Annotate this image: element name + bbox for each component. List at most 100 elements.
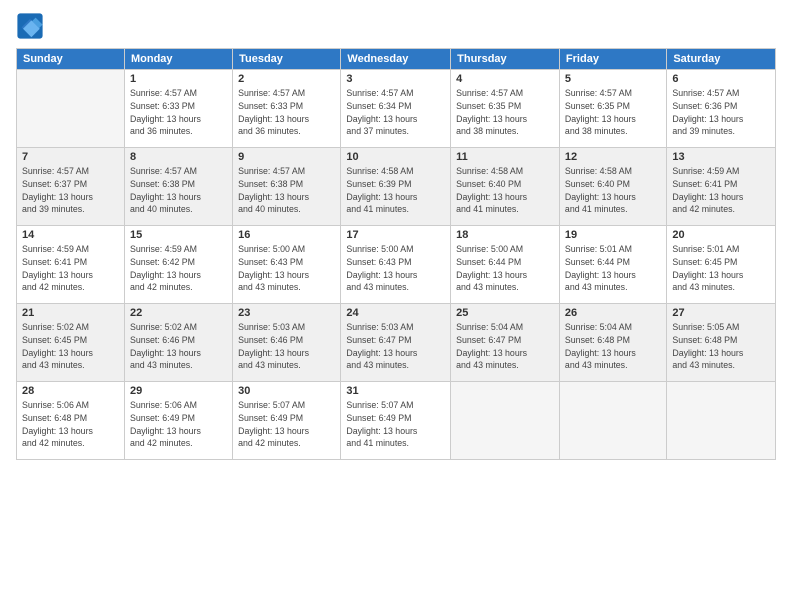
day-number: 9 (238, 151, 335, 163)
day-info: Sunrise: 5:01 AMSunset: 6:45 PMDaylight:… (672, 243, 770, 294)
calendar-cell: 11Sunrise: 4:58 AMSunset: 6:40 PMDayligh… (451, 148, 560, 226)
calendar-cell: 22 Sunrise: 5:02 AMSunset: 6:46 PMDayligh… (124, 304, 232, 382)
logo-icon (16, 12, 44, 40)
weekday-header: Tuesday (233, 49, 341, 70)
calendar-cell: 8 Sunrise: 4:57 AMSunset: 6:38 PMDaylight… (124, 148, 232, 226)
day-info: Sunrise: 5:07 AMSunset: 6:49 PMDaylight:… (238, 399, 335, 450)
calendar-cell: 12Sunrise: 4:58 AMSunset: 6:40 PMDayligh… (559, 148, 666, 226)
day-info: Sunrise: 4:58 AMSunset: 6:39 PMDaylight:… (346, 165, 445, 216)
day-info: Sunrise: 5:00 AMSunset: 6:43 PMDaylight:… (346, 243, 445, 294)
calendar-cell: 27 Sunrise: 5:05 AMSunset: 6:48 PMDayligh… (667, 304, 776, 382)
calendar-week-row: 28 Sunrise: 5:06 AMSunset: 6:48 PMDayligh… (17, 382, 776, 460)
weekday-header: Monday (124, 49, 232, 70)
day-info: Sunrise: 5:03 AMSunset: 6:46 PMDaylight:… (238, 321, 335, 372)
day-info: Sunrise: 4:57 AMSunset: 6:33 PMDaylight:… (238, 87, 335, 138)
day-info: Sunrise: 5:04 AMSunset: 6:48 PMDaylight:… (565, 321, 661, 372)
logo (16, 12, 48, 40)
calendar-week-row: 7Sunrise: 4:57 AMSunset: 6:37 PMDaylight… (17, 148, 776, 226)
calendar-cell: 10 Sunrise: 4:58 AMSunset: 6:39 PMDayligh… (341, 148, 451, 226)
calendar-cell: 24Sunrise: 5:03 AMSunset: 6:47 PMDayligh… (341, 304, 451, 382)
day-info: Sunrise: 4:59 AMSunset: 6:42 PMDaylight:… (130, 243, 227, 294)
day-number: 28 (22, 385, 119, 397)
calendar-cell: 21 Sunrise: 5:02 AMSunset: 6:45 PMDayligh… (17, 304, 125, 382)
calendar-cell: 25 Sunrise: 5:04 AMSunset: 6:47 PMDayligh… (451, 304, 560, 382)
weekday-header: Thursday (451, 49, 560, 70)
day-number: 24 (346, 307, 445, 319)
day-number: 15 (130, 229, 227, 241)
day-number: 17 (346, 229, 445, 241)
day-number: 4 (456, 73, 554, 85)
day-info: Sunrise: 5:02 AMSunset: 6:46 PMDaylight:… (130, 321, 227, 372)
day-info: Sunrise: 4:59 AMSunset: 6:41 PMDaylight:… (22, 243, 119, 294)
day-info: Sunrise: 5:00 AMSunset: 6:43 PMDaylight:… (238, 243, 335, 294)
weekday-header: Sunday (17, 49, 125, 70)
calendar-cell: 1Sunrise: 4:57 AMSunset: 6:33 PMDaylight… (124, 70, 232, 148)
calendar-cell: 4 Sunrise: 4:57 AMSunset: 6:35 PMDaylight… (451, 70, 560, 148)
day-info: Sunrise: 4:59 AMSunset: 6:41 PMDaylight:… (672, 165, 770, 216)
calendar-cell: 23Sunrise: 5:03 AMSunset: 6:46 PMDayligh… (233, 304, 341, 382)
day-number: 11 (456, 151, 554, 163)
day-number: 27 (672, 307, 770, 319)
day-info: Sunrise: 4:57 AMSunset: 6:36 PMDaylight:… (672, 87, 770, 138)
calendar-cell: 20Sunrise: 5:01 AMSunset: 6:45 PMDayligh… (667, 226, 776, 304)
day-number: 19 (565, 229, 661, 241)
day-number: 18 (456, 229, 554, 241)
calendar-cell: 28 Sunrise: 5:06 AMSunset: 6:48 PMDayligh… (17, 382, 125, 460)
day-number: 13 (672, 151, 770, 163)
day-number: 16 (238, 229, 335, 241)
calendar-header: SundayMondayTuesdayWednesdayThursdayFrid… (17, 49, 776, 70)
calendar-cell (17, 70, 125, 148)
calendar-cell: 9 Sunrise: 4:57 AMSunset: 6:38 PMDaylight… (233, 148, 341, 226)
calendar-week-row: 1Sunrise: 4:57 AMSunset: 6:33 PMDaylight… (17, 70, 776, 148)
day-info: Sunrise: 5:06 AMSunset: 6:49 PMDaylight:… (130, 399, 227, 450)
day-number: 22 (130, 307, 227, 319)
day-info: Sunrise: 4:57 AMSunset: 6:35 PMDaylight:… (565, 87, 661, 138)
day-number: 21 (22, 307, 119, 319)
calendar-cell: 7Sunrise: 4:57 AMSunset: 6:37 PMDaylight… (17, 148, 125, 226)
calendar-cell: 17 Sunrise: 5:00 AMSunset: 6:43 PMDayligh… (341, 226, 451, 304)
day-info: Sunrise: 5:04 AMSunset: 6:47 PMDaylight:… (456, 321, 554, 372)
calendar-cell (667, 382, 776, 460)
page-header (16, 12, 776, 40)
weekday-header: Saturday (667, 49, 776, 70)
day-number: 8 (130, 151, 227, 163)
calendar-cell (559, 382, 666, 460)
day-info: Sunrise: 4:57 AMSunset: 6:38 PMDaylight:… (130, 165, 227, 216)
calendar-cell (451, 382, 560, 460)
calendar-cell: 6Sunrise: 4:57 AMSunset: 6:36 PMDaylight… (667, 70, 776, 148)
day-number: 10 (346, 151, 445, 163)
calendar-week-row: 14Sunrise: 4:59 AMSunset: 6:41 PMDayligh… (17, 226, 776, 304)
day-info: Sunrise: 5:06 AMSunset: 6:48 PMDaylight:… (22, 399, 119, 450)
calendar-week-row: 21 Sunrise: 5:02 AMSunset: 6:45 PMDayligh… (17, 304, 776, 382)
calendar-cell: 3Sunrise: 4:57 AMSunset: 6:34 PMDaylight… (341, 70, 451, 148)
day-info: Sunrise: 5:00 AMSunset: 6:44 PMDaylight:… (456, 243, 554, 294)
weekday-header: Friday (559, 49, 666, 70)
day-info: Sunrise: 4:57 AMSunset: 6:38 PMDaylight:… (238, 165, 335, 216)
day-info: Sunrise: 4:57 AMSunset: 6:37 PMDaylight:… (22, 165, 119, 216)
calendar-cell: 2Sunrise: 4:57 AMSunset: 6:33 PMDaylight… (233, 70, 341, 148)
day-info: Sunrise: 5:05 AMSunset: 6:48 PMDaylight:… (672, 321, 770, 372)
day-info: Sunrise: 4:57 AMSunset: 6:34 PMDaylight:… (346, 87, 445, 138)
day-info: Sunrise: 5:07 AMSunset: 6:49 PMDaylight:… (346, 399, 445, 450)
day-number: 12 (565, 151, 661, 163)
calendar-cell: 19 Sunrise: 5:01 AMSunset: 6:44 PMDayligh… (559, 226, 666, 304)
day-info: Sunrise: 5:02 AMSunset: 6:45 PMDaylight:… (22, 321, 119, 372)
calendar-cell: 29 Sunrise: 5:06 AMSunset: 6:49 PMDayligh… (124, 382, 232, 460)
day-number: 25 (456, 307, 554, 319)
day-number: 30 (238, 385, 335, 397)
calendar-cell: 13 Sunrise: 4:59 AMSunset: 6:41 PMDayligh… (667, 148, 776, 226)
calendar-cell: 15 Sunrise: 4:59 AMSunset: 6:42 PMDayligh… (124, 226, 232, 304)
weekday-header: Wednesday (341, 49, 451, 70)
day-info: Sunrise: 5:01 AMSunset: 6:44 PMDaylight:… (565, 243, 661, 294)
day-number: 29 (130, 385, 227, 397)
day-info: Sunrise: 4:57 AMSunset: 6:35 PMDaylight:… (456, 87, 554, 138)
calendar-cell: 18 Sunrise: 5:00 AMSunset: 6:44 PMDayligh… (451, 226, 560, 304)
calendar-body: 1Sunrise: 4:57 AMSunset: 6:33 PMDaylight… (17, 70, 776, 460)
calendar-cell: 14Sunrise: 4:59 AMSunset: 6:41 PMDayligh… (17, 226, 125, 304)
day-number: 31 (346, 385, 445, 397)
calendar-cell: 30 Sunrise: 5:07 AMSunset: 6:49 PMDayligh… (233, 382, 341, 460)
day-number: 5 (565, 73, 661, 85)
calendar-cell: 5 Sunrise: 4:57 AMSunset: 6:35 PMDaylight… (559, 70, 666, 148)
calendar-cell: 16 Sunrise: 5:00 AMSunset: 6:43 PMDayligh… (233, 226, 341, 304)
calendar-cell: 31 Sunrise: 5:07 AMSunset: 6:49 PMDayligh… (341, 382, 451, 460)
